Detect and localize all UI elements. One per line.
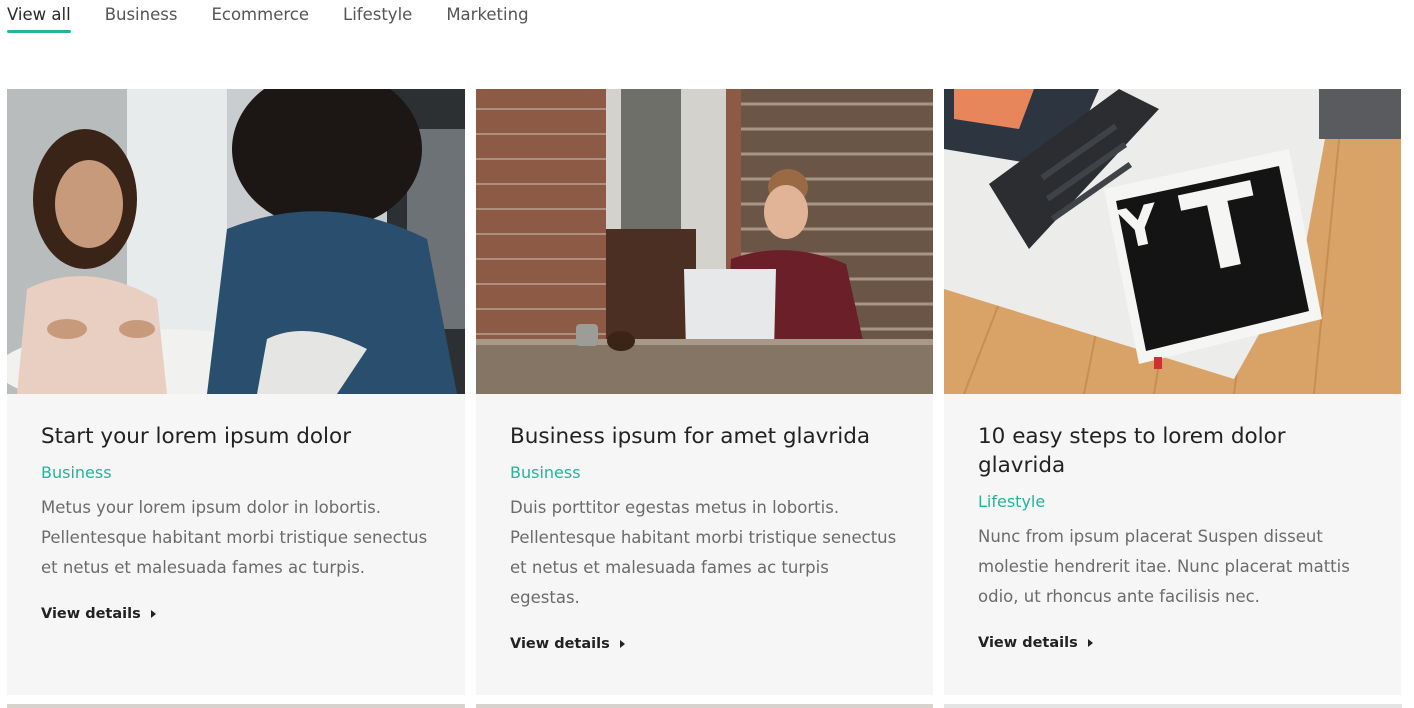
card-description: Nunc from ipsum placerat Suspen disseut … xyxy=(978,527,1350,606)
view-details-label: View details xyxy=(510,636,610,652)
tab-marketing[interactable]: Marketing xyxy=(446,0,528,33)
card-title[interactable]: Start your lorem ipsum dolor xyxy=(41,422,431,451)
blog-card: Start your lorem ipsum dolor Business Me… xyxy=(7,89,465,695)
view-details-label: View details xyxy=(41,606,141,622)
typography-book-keyboard-photo[interactable]: Y T xyxy=(944,89,1401,394)
tab-view-all[interactable]: View all xyxy=(7,0,71,33)
view-details-label: View details xyxy=(978,635,1078,651)
card-description: Metus your lorem ipsum dolor in lobortis… xyxy=(41,498,428,577)
view-details-link[interactable]: View details xyxy=(510,636,899,652)
next-row-card-edge xyxy=(476,704,933,708)
two-women-meeting-photo[interactable] xyxy=(7,89,465,394)
tab-lifestyle[interactable]: Lifestyle xyxy=(343,0,412,33)
next-row-card-edge xyxy=(7,704,465,708)
caret-right-icon xyxy=(150,610,156,618)
woman-laptop-brick-wall-photo[interactable] xyxy=(476,89,933,394)
tab-business[interactable]: Business xyxy=(105,0,178,33)
card-title[interactable]: Business ipsum for amet glavrida xyxy=(510,422,899,451)
caret-right-icon xyxy=(619,640,625,648)
blog-card: Business ipsum for amet glavrida Busines… xyxy=(476,89,933,695)
card-category[interactable]: Business xyxy=(510,462,581,484)
card-category[interactable]: Lifestyle xyxy=(978,491,1045,513)
card-category[interactable]: Business xyxy=(41,462,112,484)
card-title[interactable]: 10 easy steps to lorem dolor glavrida xyxy=(978,422,1367,480)
card-description: Duis porttitor egestas metus in lobortis… xyxy=(510,498,897,607)
card-grid: Start your lorem ipsum dolor Business Me… xyxy=(7,89,1401,695)
blog-card: Y T 10 easy steps to lorem dolor glavrid… xyxy=(944,89,1401,695)
caret-right-icon xyxy=(1087,639,1093,647)
view-details-link[interactable]: View details xyxy=(978,635,1367,651)
view-details-link[interactable]: View details xyxy=(41,606,431,622)
tab-ecommerce[interactable]: Ecommerce xyxy=(211,0,309,33)
next-row-card-edge xyxy=(944,704,1402,708)
category-filter-tabs: View all Business Ecommerce Lifestyle Ma… xyxy=(7,0,563,34)
